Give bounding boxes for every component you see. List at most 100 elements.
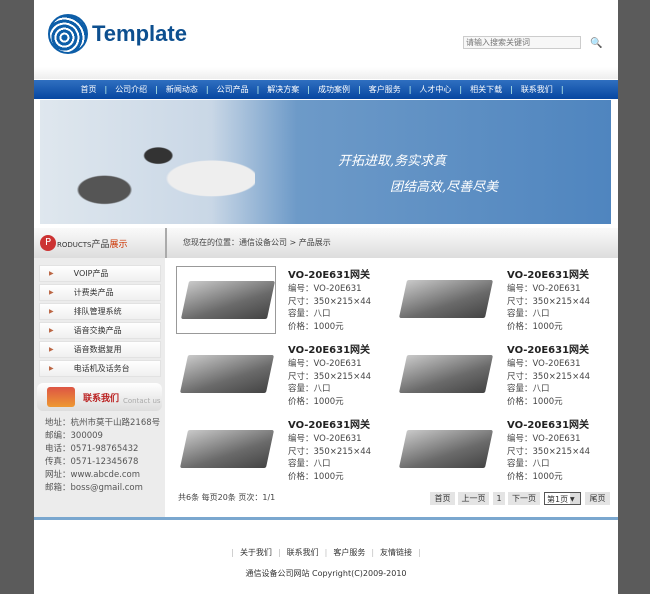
logo-mark-icon: [48, 14, 88, 54]
nav-separator: |: [104, 85, 108, 94]
category-label: 语音交换产品: [73, 326, 122, 335]
product-size: 尺寸：350×215×44: [288, 296, 372, 307]
product-name[interactable]: VO-20E631网关: [507, 341, 589, 356]
product-price: 价格：1000元: [288, 472, 344, 483]
footer-separator: |: [324, 548, 328, 557]
product-name[interactable]: VO-20E631网关: [288, 341, 370, 356]
footer-link[interactable]: 友情链接: [380, 548, 412, 557]
nav-separator: |: [205, 85, 209, 94]
contact-line: 邮编：300009: [45, 431, 103, 441]
product-image[interactable]: [176, 341, 276, 409]
product-price: 价格：1000元: [288, 322, 344, 333]
nav-separator: |: [408, 85, 412, 94]
nav-separator: |: [510, 85, 513, 94]
product-code: 编号：VO-20E631: [288, 359, 362, 369]
category-item[interactable]: ▶ 电话机及话务台: [39, 360, 161, 377]
arrow-right-icon: ▶: [49, 270, 54, 277]
contact-line: 网址：www.abcde.com: [45, 470, 141, 480]
product-name[interactable]: VO-20E631网关: [288, 416, 370, 431]
product-image[interactable]: [395, 266, 495, 334]
product-card: VO-20E631网关 编号：VO-20E631 尺寸：350×215×44 容量：八…: [395, 341, 595, 411]
search-icon[interactable]: 🔍: [590, 38, 602, 49]
nav-item[interactable]: 首页: [80, 84, 96, 95]
nav-item[interactable]: 人才中心: [419, 84, 451, 95]
logo-text: Template: [92, 21, 187, 46]
product-card: VO-20E631网关 编号：VO-20E631 尺寸：350×215×44 容量：八…: [176, 266, 376, 336]
banner-slogan: 团结高效,尽善尽美: [390, 180, 499, 195]
footer-link[interactable]: 联系我们: [287, 548, 319, 557]
nav-separator: |: [459, 85, 463, 94]
logo[interactable]: Template: [48, 14, 187, 54]
next-page-button[interactable]: 下一页: [508, 492, 540, 505]
contact-icon: [47, 387, 75, 407]
product-image[interactable]: [395, 416, 495, 484]
product-code: 编号：VO-20E631: [507, 359, 581, 369]
header: Template 🔍: [34, 0, 618, 79]
nav-item[interactable]: 解决方案: [267, 84, 299, 95]
product-price: 价格：1000元: [507, 397, 563, 408]
category-item[interactable]: ▶ 语音交换产品: [39, 322, 161, 339]
product-code: 编号：VO-20E631: [288, 284, 362, 294]
contact-line: 邮箱：boss@gmail.com: [45, 483, 143, 493]
footer-link[interactable]: 关于我们: [240, 548, 272, 557]
banner-people-image: [40, 110, 255, 224]
product-capacity: 容量：八口: [507, 384, 550, 395]
main-nav: 首页 | 公司介绍 | 新闻动态 | 公司产品 | 解决方案 | 成功案例 | 客户服务 | 人才中心 | 相关…: [34, 80, 618, 99]
product-image[interactable]: [176, 416, 276, 484]
category-label: 电话机及话务台: [73, 364, 130, 373]
product-capacity: 容量：八口: [507, 459, 550, 470]
category-label: VOIP产品: [73, 269, 109, 278]
divider: [34, 517, 618, 520]
contact-line: 地址：杭州市莫干山路2168号: [45, 418, 161, 428]
last-page-button[interactable]: 尾页: [585, 492, 610, 505]
banner: 开拓进取,务实求真 团结高效,尽善尽美: [34, 99, 618, 226]
contact-line: 传真：0571-12345678: [45, 457, 139, 467]
breadcrumb: 您现在的位置：通信设备公司 > 产品展示: [165, 228, 618, 258]
product-card: VO-20E631网关 编号：VO-20E631 尺寸：350×215×44 容量：八…: [176, 341, 376, 411]
product-code: 编号：VO-20E631: [507, 284, 581, 294]
product-image[interactable]: [395, 341, 495, 409]
product-size: 尺寸：350×215×44: [507, 296, 591, 307]
footer-link[interactable]: 客户服务: [333, 548, 365, 557]
router-image: [180, 281, 276, 319]
nav-item[interactable]: 新闻动态: [166, 84, 198, 95]
product-capacity: 容量：八口: [288, 384, 331, 395]
search-input[interactable]: [463, 36, 581, 49]
footer-separator: |: [371, 548, 375, 557]
arrow-right-icon: ▶: [49, 346, 54, 353]
banner-image: 开拓进取,务实求真 团结高效,尽善尽美: [40, 100, 611, 224]
category-label: 计费类产品: [73, 288, 114, 297]
current-page: 1: [493, 492, 505, 505]
product-price: 价格：1000元: [507, 472, 563, 483]
page-select[interactable]: 第1页 ▼: [544, 492, 581, 505]
arrow-right-icon: ▶: [49, 289, 54, 296]
category-item[interactable]: ▶ 排队管理系统: [39, 303, 161, 320]
nav-item[interactable]: 联系我们: [521, 84, 553, 95]
nav-separator: |: [307, 85, 310, 94]
product-size: 尺寸：350×215×44: [288, 446, 372, 457]
category-item[interactable]: ▶ 语音数据复用: [39, 341, 161, 358]
nav-item[interactable]: 成功案例: [318, 84, 350, 95]
first-page-button[interactable]: 首页: [430, 492, 455, 505]
nav-item[interactable]: 公司产品: [217, 84, 249, 95]
nav-item[interactable]: 相关下载: [470, 84, 502, 95]
page: Template 🔍 首页 | 公司介绍 | 新闻动态 | 公司产品 | 解决方案 | 成功案例 | 客…: [34, 0, 618, 594]
product-image[interactable]: [176, 266, 276, 334]
category-item[interactable]: ▶ VOIP产品: [39, 265, 161, 282]
product-name[interactable]: VO-20E631网关: [288, 266, 370, 281]
product-card: VO-20E631网关 编号：VO-20E631 尺寸：350×215×44 容量：八…: [395, 416, 595, 486]
product-name[interactable]: VO-20E631网关: [507, 416, 589, 431]
prev-page-button[interactable]: 上一页: [458, 492, 489, 505]
contact-line: 电话：0571-98765432: [45, 444, 139, 454]
footer-separator: |: [231, 548, 234, 557]
nav-separator: |: [560, 85, 564, 94]
product-card: VO-20E631网关 编号：VO-20E631 尺寸：350×215×44 容量：八…: [395, 266, 595, 336]
category-item[interactable]: ▶ 计费类产品: [39, 284, 161, 301]
nav-item[interactable]: 客户服务: [369, 84, 401, 95]
product-name[interactable]: VO-20E631网关: [507, 266, 589, 281]
copyright: 通信设备公司网站 Copyright(C)2009-2010: [245, 569, 407, 578]
sidebar: P RODUCTS产品展示 ▶ VOIP产品 ▶ 计费类产品 ▶ 排队管理系统 ▶ 语音交换产品…: [34, 228, 165, 518]
arrow-right-icon: ▶: [49, 365, 54, 372]
product-code: 编号：VO-20E631: [507, 434, 581, 444]
nav-item[interactable]: 公司介绍: [115, 84, 147, 95]
